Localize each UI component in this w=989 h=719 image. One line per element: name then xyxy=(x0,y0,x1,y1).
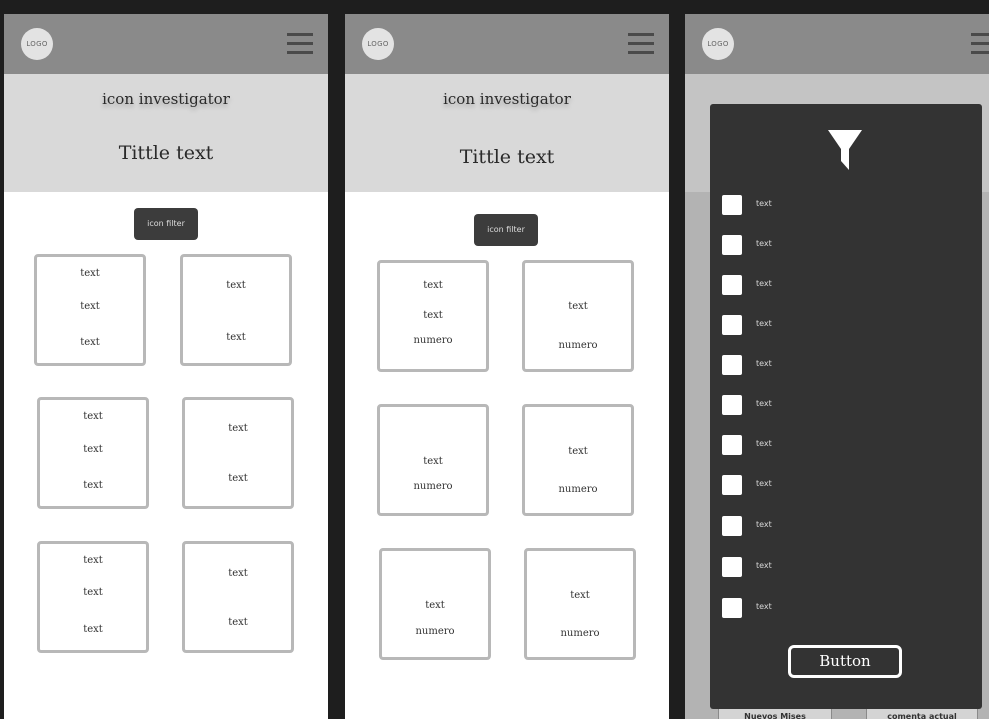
item-card[interactable]: text text xyxy=(180,254,292,366)
card-number: numero xyxy=(413,335,453,346)
filter-option-label: text xyxy=(756,479,772,488)
app-header: LOGO xyxy=(345,14,669,74)
filter-option-label: text xyxy=(756,561,772,570)
card-text: text xyxy=(425,600,445,611)
filter-option-label: text xyxy=(756,520,772,529)
card-text: text xyxy=(226,332,246,343)
card-text: text xyxy=(80,301,100,312)
hero-subtitle: icon investigator xyxy=(443,90,571,108)
item-card[interactable]: text text numero xyxy=(377,260,489,372)
hamburger-menu-icon[interactable] xyxy=(628,33,654,55)
checkbox[interactable] xyxy=(722,275,742,295)
card-text: text xyxy=(423,280,443,291)
item-card[interactable]: text text text xyxy=(37,541,149,653)
filter-option-label: text xyxy=(756,199,772,208)
logo[interactable]: LOGO xyxy=(21,28,53,60)
icon-filter-button[interactable]: icon filter xyxy=(474,214,538,246)
card-number: numero xyxy=(558,484,598,495)
filter-option-label: text xyxy=(756,399,772,408)
icon-filter-button[interactable]: icon filter xyxy=(134,208,198,240)
checkbox[interactable] xyxy=(722,235,742,255)
logo[interactable]: LOGO xyxy=(702,28,734,60)
card-text: text xyxy=(83,624,103,635)
checkbox[interactable] xyxy=(722,516,742,536)
item-card[interactable]: text numero xyxy=(379,548,491,660)
hero-banner: icon investigator Tittle text xyxy=(4,74,328,192)
card-text: text xyxy=(423,456,443,467)
checkbox[interactable] xyxy=(722,475,742,495)
checkbox[interactable] xyxy=(722,435,742,455)
page-title: Tittle text xyxy=(459,146,555,168)
checkbox[interactable] xyxy=(722,355,742,375)
checkbox[interactable] xyxy=(722,195,742,215)
filter-option-label: text xyxy=(756,602,772,611)
apply-filter-button[interactable]: Button xyxy=(788,645,902,678)
card-number: numero xyxy=(413,481,453,492)
filter-panel: text text text text text text text text xyxy=(710,104,982,709)
card-text: text xyxy=(83,444,103,455)
hero-subtitle: icon investigator xyxy=(102,90,230,108)
item-card[interactable]: text text text xyxy=(37,397,149,509)
card-text: text xyxy=(570,590,590,601)
card-text: text xyxy=(83,411,103,422)
item-card[interactable]: text text xyxy=(182,397,294,509)
item-card[interactable]: text numero xyxy=(522,404,634,516)
card-number: numero xyxy=(415,626,455,637)
item-card[interactable]: text numero xyxy=(377,404,489,516)
filter-option-label: text xyxy=(756,439,772,448)
filter-option-label: text xyxy=(756,319,772,328)
card-text: text xyxy=(228,423,248,434)
item-card[interactable]: text numero xyxy=(524,548,636,660)
item-card[interactable]: text numero xyxy=(522,260,634,372)
card-text: text xyxy=(226,280,246,291)
card-text: text xyxy=(228,473,248,484)
filter-option-label: text xyxy=(756,279,772,288)
phone-screen-filter-open: LOGO text text text text text text text … xyxy=(685,14,989,719)
card-text: text xyxy=(83,480,103,491)
card-text: text xyxy=(80,337,100,348)
hamburger-menu-icon[interactable] xyxy=(971,33,989,55)
filter-funnel-icon xyxy=(828,130,862,170)
checkbox[interactable] xyxy=(722,395,742,415)
page-title: Tittle text xyxy=(118,142,214,164)
card-number: numero xyxy=(560,628,600,639)
item-card[interactable]: text text xyxy=(182,541,294,653)
app-header: LOGO xyxy=(685,14,989,74)
app-header: LOGO xyxy=(4,14,328,74)
checkbox[interactable] xyxy=(722,557,742,577)
card-number: numero xyxy=(558,340,598,351)
phone-screen-list-numbers: LOGO icon investigator Tittle text icon … xyxy=(345,14,669,719)
checkbox[interactable] xyxy=(722,315,742,335)
phone-screen-list: LOGO icon investigator Tittle text icon … xyxy=(4,14,328,719)
card-text: text xyxy=(80,268,100,279)
logo[interactable]: LOGO xyxy=(362,28,394,60)
filter-option-label: text xyxy=(756,239,772,248)
card-text: text xyxy=(83,555,103,566)
hamburger-menu-icon[interactable] xyxy=(287,33,313,55)
card-text: text xyxy=(228,617,248,628)
card-text: text xyxy=(423,310,443,321)
filter-option-label: text xyxy=(756,359,772,368)
item-card[interactable]: text text text xyxy=(34,254,146,366)
card-text: text xyxy=(83,587,103,598)
hero-banner: icon investigator Tittle text xyxy=(345,74,669,192)
card-text: text xyxy=(568,301,588,312)
card-text: text xyxy=(568,446,588,457)
checkbox[interactable] xyxy=(722,598,742,618)
card-text: text xyxy=(228,568,248,579)
